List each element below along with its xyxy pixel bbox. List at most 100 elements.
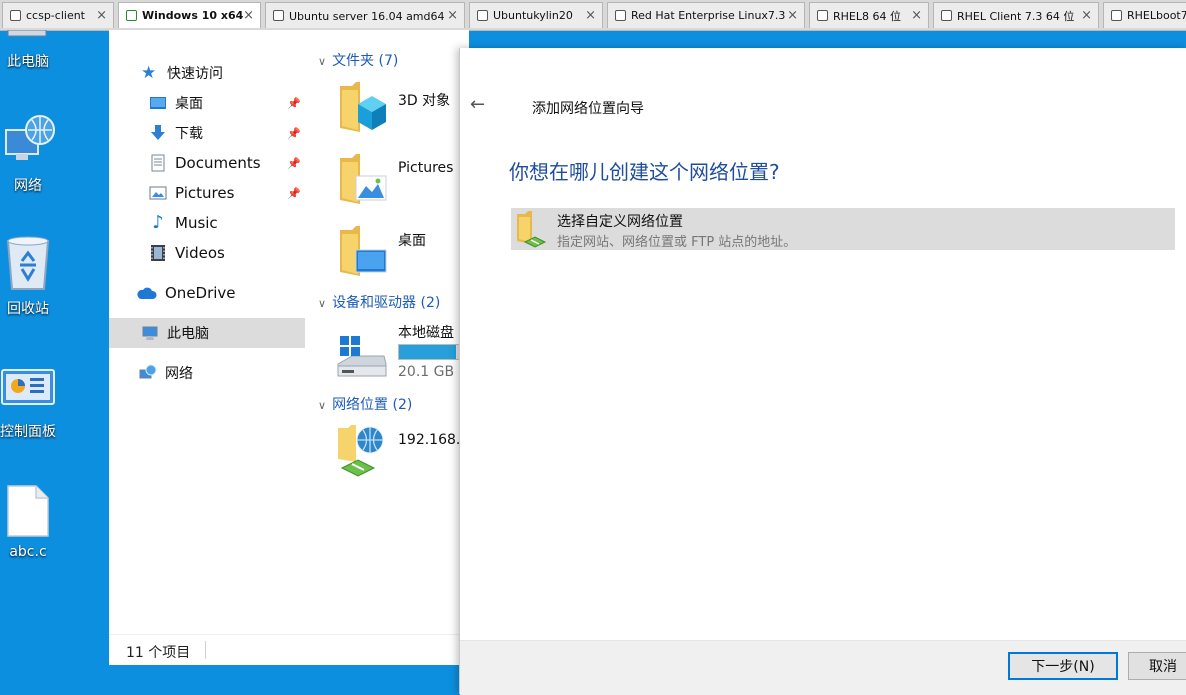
pictures-icon	[149, 186, 167, 200]
wizard-title: 添加网络位置向导	[532, 101, 644, 117]
chevron-down-icon: ∨	[318, 55, 327, 68]
close-icon[interactable]: ×	[585, 8, 596, 23]
tab-ubuntu-server[interactable]: Ubuntu server 16.04 amd64 位 ×	[265, 2, 465, 28]
custom-network-location-option[interactable]: 选择自定义网络位置 指定网站、网络位置或 FTP 站点的地址。	[511, 208, 1175, 250]
nav-network[interactable]: 网络	[109, 358, 305, 388]
desktop-label: 回收站	[7, 301, 49, 317]
folder-pictures-icon[interactable]	[338, 152, 388, 208]
vm-icon	[273, 10, 284, 21]
folder-label: Pictures	[398, 160, 454, 176]
desktop-label: 控制面板	[0, 424, 56, 440]
computer-icon	[7, 30, 47, 37]
folder-desktop-icon[interactable]	[338, 224, 388, 280]
tab-red-hat-enterprise[interactable]: Red Hat Enterprise Linux7.3 ×	[607, 2, 805, 28]
nav-label: Videos	[175, 244, 225, 262]
vm-icon	[1111, 10, 1122, 21]
network-location-label: 192.168.	[398, 432, 461, 448]
nav-documents[interactable]: Documents 📌	[109, 148, 305, 178]
tab-rhelboot7[interactable]: RHELboot7_	[1103, 2, 1186, 28]
cancel-button[interactable]: 取消	[1128, 652, 1186, 680]
file-explorer-window: ★ 快速访问 桌面 📌 下载 📌 Documents 📌 Pictures 📌 …	[109, 30, 488, 665]
nav-downloads[interactable]: 下载 📌	[109, 118, 305, 148]
next-button[interactable]: 下一步(N)	[1008, 652, 1118, 680]
option-title: 选择自定义网络位置	[557, 214, 683, 230]
nav-videos[interactable]: Videos	[109, 238, 305, 268]
close-icon[interactable]: ×	[911, 8, 922, 23]
section-devices-header[interactable]: ∨ 设备和驱动器 (2)	[318, 292, 440, 312]
content-pane: ∨ 文件夹 (7) 3D 对象 Pictures 桌面 ∨ 设备和驱动器 (2)	[306, 30, 488, 634]
computer-icon	[142, 326, 158, 340]
control-panel-icon	[1, 369, 55, 405]
drive-size-text: 20.1 GB	[398, 364, 455, 380]
folder-network-icon	[517, 211, 547, 248]
tab-label: Red Hat Enterprise Linux7.3	[631, 9, 786, 22]
onedrive-cloud-icon	[137, 287, 157, 299]
section-network-locations-header[interactable]: ∨ 网络位置 (2)	[318, 394, 412, 414]
nav-label: OneDrive	[165, 284, 236, 302]
close-icon[interactable]: ×	[243, 8, 254, 23]
nav-label: 网络	[165, 366, 193, 382]
close-icon[interactable]: ×	[96, 8, 107, 23]
local-disk-icon[interactable]	[334, 334, 390, 382]
nav-quick-access[interactable]: ★ 快速访问	[109, 58, 305, 88]
tab-label: Windows 10 x64	[142, 9, 244, 22]
back-arrow-icon[interactable]: ←	[470, 94, 485, 115]
tab-label: ccsp-client	[26, 9, 85, 22]
video-film-icon	[151, 245, 165, 261]
desktop-icon-control-panel[interactable]: 控制面板	[0, 368, 68, 443]
nav-label: Pictures	[175, 184, 235, 202]
tab-label: RHELboot7_	[1127, 9, 1186, 22]
close-icon[interactable]: ×	[1081, 8, 1092, 23]
pin-icon[interactable]: 📌	[287, 97, 301, 110]
item-count: 11 个项目	[126, 645, 191, 661]
wizard-heading: 你想在哪儿创建这个网络位置?	[509, 160, 780, 184]
chevron-down-icon: ∨	[318, 297, 327, 310]
vm-icon	[10, 10, 21, 21]
nav-this-pc[interactable]: 此电脑	[109, 318, 305, 348]
pin-icon[interactable]: 📌	[287, 187, 301, 200]
navigation-pane: ★ 快速访问 桌面 📌 下载 📌 Documents 📌 Pictures 📌 …	[109, 30, 305, 634]
section-label: 文件夹 (7)	[332, 53, 399, 69]
desktop-icon-network[interactable]: 网络	[0, 112, 68, 197]
section-label: 设备和驱动器 (2)	[332, 295, 441, 311]
folder-label: 3D 对象	[398, 93, 451, 109]
tab-windows-10-x64[interactable]: Windows 10 x64 ×	[118, 2, 261, 28]
vm-tab-bar: ccsp-client × Windows 10 x64 × Ubuntu se…	[0, 0, 1186, 31]
tab-label: Ubuntu server 16.04 amd64 位	[289, 9, 448, 23]
folder-label: 桌面	[398, 233, 426, 249]
tab-ubuntukylin20[interactable]: Ubuntukylin20 ×	[469, 2, 603, 28]
pin-icon[interactable]: 📌	[287, 127, 301, 140]
nav-onedrive[interactable]: OneDrive	[109, 278, 305, 308]
pin-icon[interactable]: 📌	[287, 157, 301, 170]
star-icon: ★	[141, 63, 157, 83]
wizard-footer: 下一步(N) 取消	[460, 640, 1186, 695]
download-arrow-icon	[151, 125, 165, 140]
close-icon[interactable]: ×	[447, 8, 458, 23]
desktop-label: 网络	[14, 178, 42, 194]
tab-ccsp-client[interactable]: ccsp-client ×	[2, 2, 114, 28]
desktop-icon-computer[interactable]: 此电脑	[0, 30, 68, 75]
network-icon	[139, 364, 157, 379]
desktop-icon-file[interactable]: abc.c	[0, 484, 68, 564]
option-description: 指定网站、网络位置或 FTP 站点的地址。	[557, 235, 797, 250]
tab-label: RHEL Client 7.3 64 位	[957, 9, 1075, 23]
nav-desktop[interactable]: 桌面 📌	[109, 88, 305, 118]
drive-usage-fill	[399, 345, 457, 359]
status-divider	[205, 641, 206, 659]
nav-label: Documents	[175, 154, 261, 172]
section-folders-header[interactable]: ∨ 文件夹 (7)	[318, 50, 398, 70]
desktop-label: abc.c	[9, 544, 47, 560]
chevron-down-icon: ∨	[318, 399, 327, 412]
network-location-icon[interactable]	[334, 424, 390, 480]
nav-music[interactable]: ♪ Music	[109, 208, 305, 238]
close-icon[interactable]: ×	[787, 8, 798, 23]
document-icon	[151, 154, 165, 172]
desktop-folder-icon	[150, 97, 166, 109]
nav-pictures[interactable]: Pictures 📌	[109, 178, 305, 208]
tab-rhel8[interactable]: RHEL8 64 位 ×	[809, 2, 929, 28]
music-note-icon: ♪	[152, 212, 164, 233]
vm-icon	[477, 10, 488, 21]
folder-3d-objects-icon[interactable]	[338, 80, 388, 136]
desktop-icon-recycle-bin[interactable]: 回收站	[0, 235, 68, 320]
tab-rhel-client[interactable]: RHEL Client 7.3 64 位 ×	[933, 2, 1099, 28]
